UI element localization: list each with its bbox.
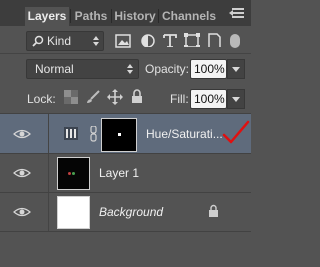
panel-menu-button[interactable] [229, 6, 247, 20]
panel-menu-line-icon [232, 16, 244, 18]
mask-white-dot [118, 133, 121, 136]
opacity-dropdown-button[interactable] [227, 59, 245, 79]
layers-panel: Layers Paths History Channels Kind Norma… [0, 0, 251, 267]
layer-row-hue-saturation[interactable]: Hue/Saturati... [0, 113, 251, 153]
tab-separator [70, 9, 71, 23]
lock-all-icon[interactable] [131, 89, 143, 104]
fill-label: Fill: [170, 92, 189, 106]
blend-mode-value: Normal [35, 62, 74, 76]
filter-toggle-switch[interactable] [230, 34, 240, 48]
lock-label: Lock: [27, 92, 56, 106]
filter-kind-value: Kind [47, 34, 72, 48]
blend-mode-select[interactable]: Normal [26, 59, 139, 79]
layer-row-layer-1[interactable]: Layer 1 [0, 153, 251, 192]
opacity-value: 100% [194, 62, 225, 76]
lock-transparent-pixels-icon[interactable] [64, 90, 78, 104]
red-checkmark-annotation [222, 120, 250, 144]
eye-visibility-icon[interactable] [8, 205, 36, 219]
adjustment-layer-filter-icon[interactable] [140, 33, 156, 47]
pixel-layer-filter-icon[interactable] [115, 34, 131, 48]
thumbnail-detail [72, 172, 75, 175]
fill-dropdown-button[interactable] [227, 89, 245, 109]
layer-thumbnail[interactable] [57, 196, 90, 229]
shape-layer-filter-icon[interactable] [184, 33, 200, 47]
smart-object-filter-icon[interactable] [206, 33, 222, 47]
eye-visibility-icon[interactable] [8, 127, 36, 141]
layer-mask-thumbnail[interactable] [101, 118, 137, 152]
fill-input[interactable]: 100% [190, 89, 227, 109]
type-layer-filter-icon[interactable] [162, 33, 178, 47]
panel-tab-bar: Layers Paths History Channels [0, 0, 251, 26]
lock-image-pixels-icon[interactable] [86, 90, 100, 104]
layer-row-background[interactable]: Background [0, 192, 251, 231]
tab-layers[interactable]: Layers [25, 7, 69, 26]
lock-icon [209, 204, 218, 217]
tab-separator [158, 9, 159, 23]
panel-menu-line-icon [232, 12, 244, 14]
tab-history[interactable]: History [113, 7, 157, 26]
filter-kind-select[interactable]: Kind [26, 31, 104, 51]
layer-thumbnail[interactable] [57, 157, 90, 190]
fill-value: 100% [194, 92, 225, 106]
opacity-input[interactable]: 100% [190, 59, 227, 79]
eye-visibility-icon[interactable] [8, 166, 36, 180]
divider [0, 53, 251, 54]
divider [0, 231, 251, 232]
thumbnail-detail [68, 172, 71, 175]
tab-channels[interactable]: Channels [160, 7, 218, 26]
lock-position-icon[interactable] [107, 89, 123, 105]
mask-link-chain-icon[interactable] [90, 126, 98, 142]
panel-menu-line-icon [232, 8, 244, 10]
opacity-label: Opacity: [145, 62, 190, 76]
search-icon [32, 35, 44, 47]
layer-name[interactable]: Background [99, 205, 163, 219]
layer-name[interactable]: Hue/Saturati... [146, 127, 223, 141]
tab-paths[interactable]: Paths [72, 7, 110, 26]
tab-separator [111, 9, 112, 23]
hue-saturation-adjustment-icon [64, 127, 78, 140]
layer-name[interactable]: Layer 1 [99, 166, 139, 180]
